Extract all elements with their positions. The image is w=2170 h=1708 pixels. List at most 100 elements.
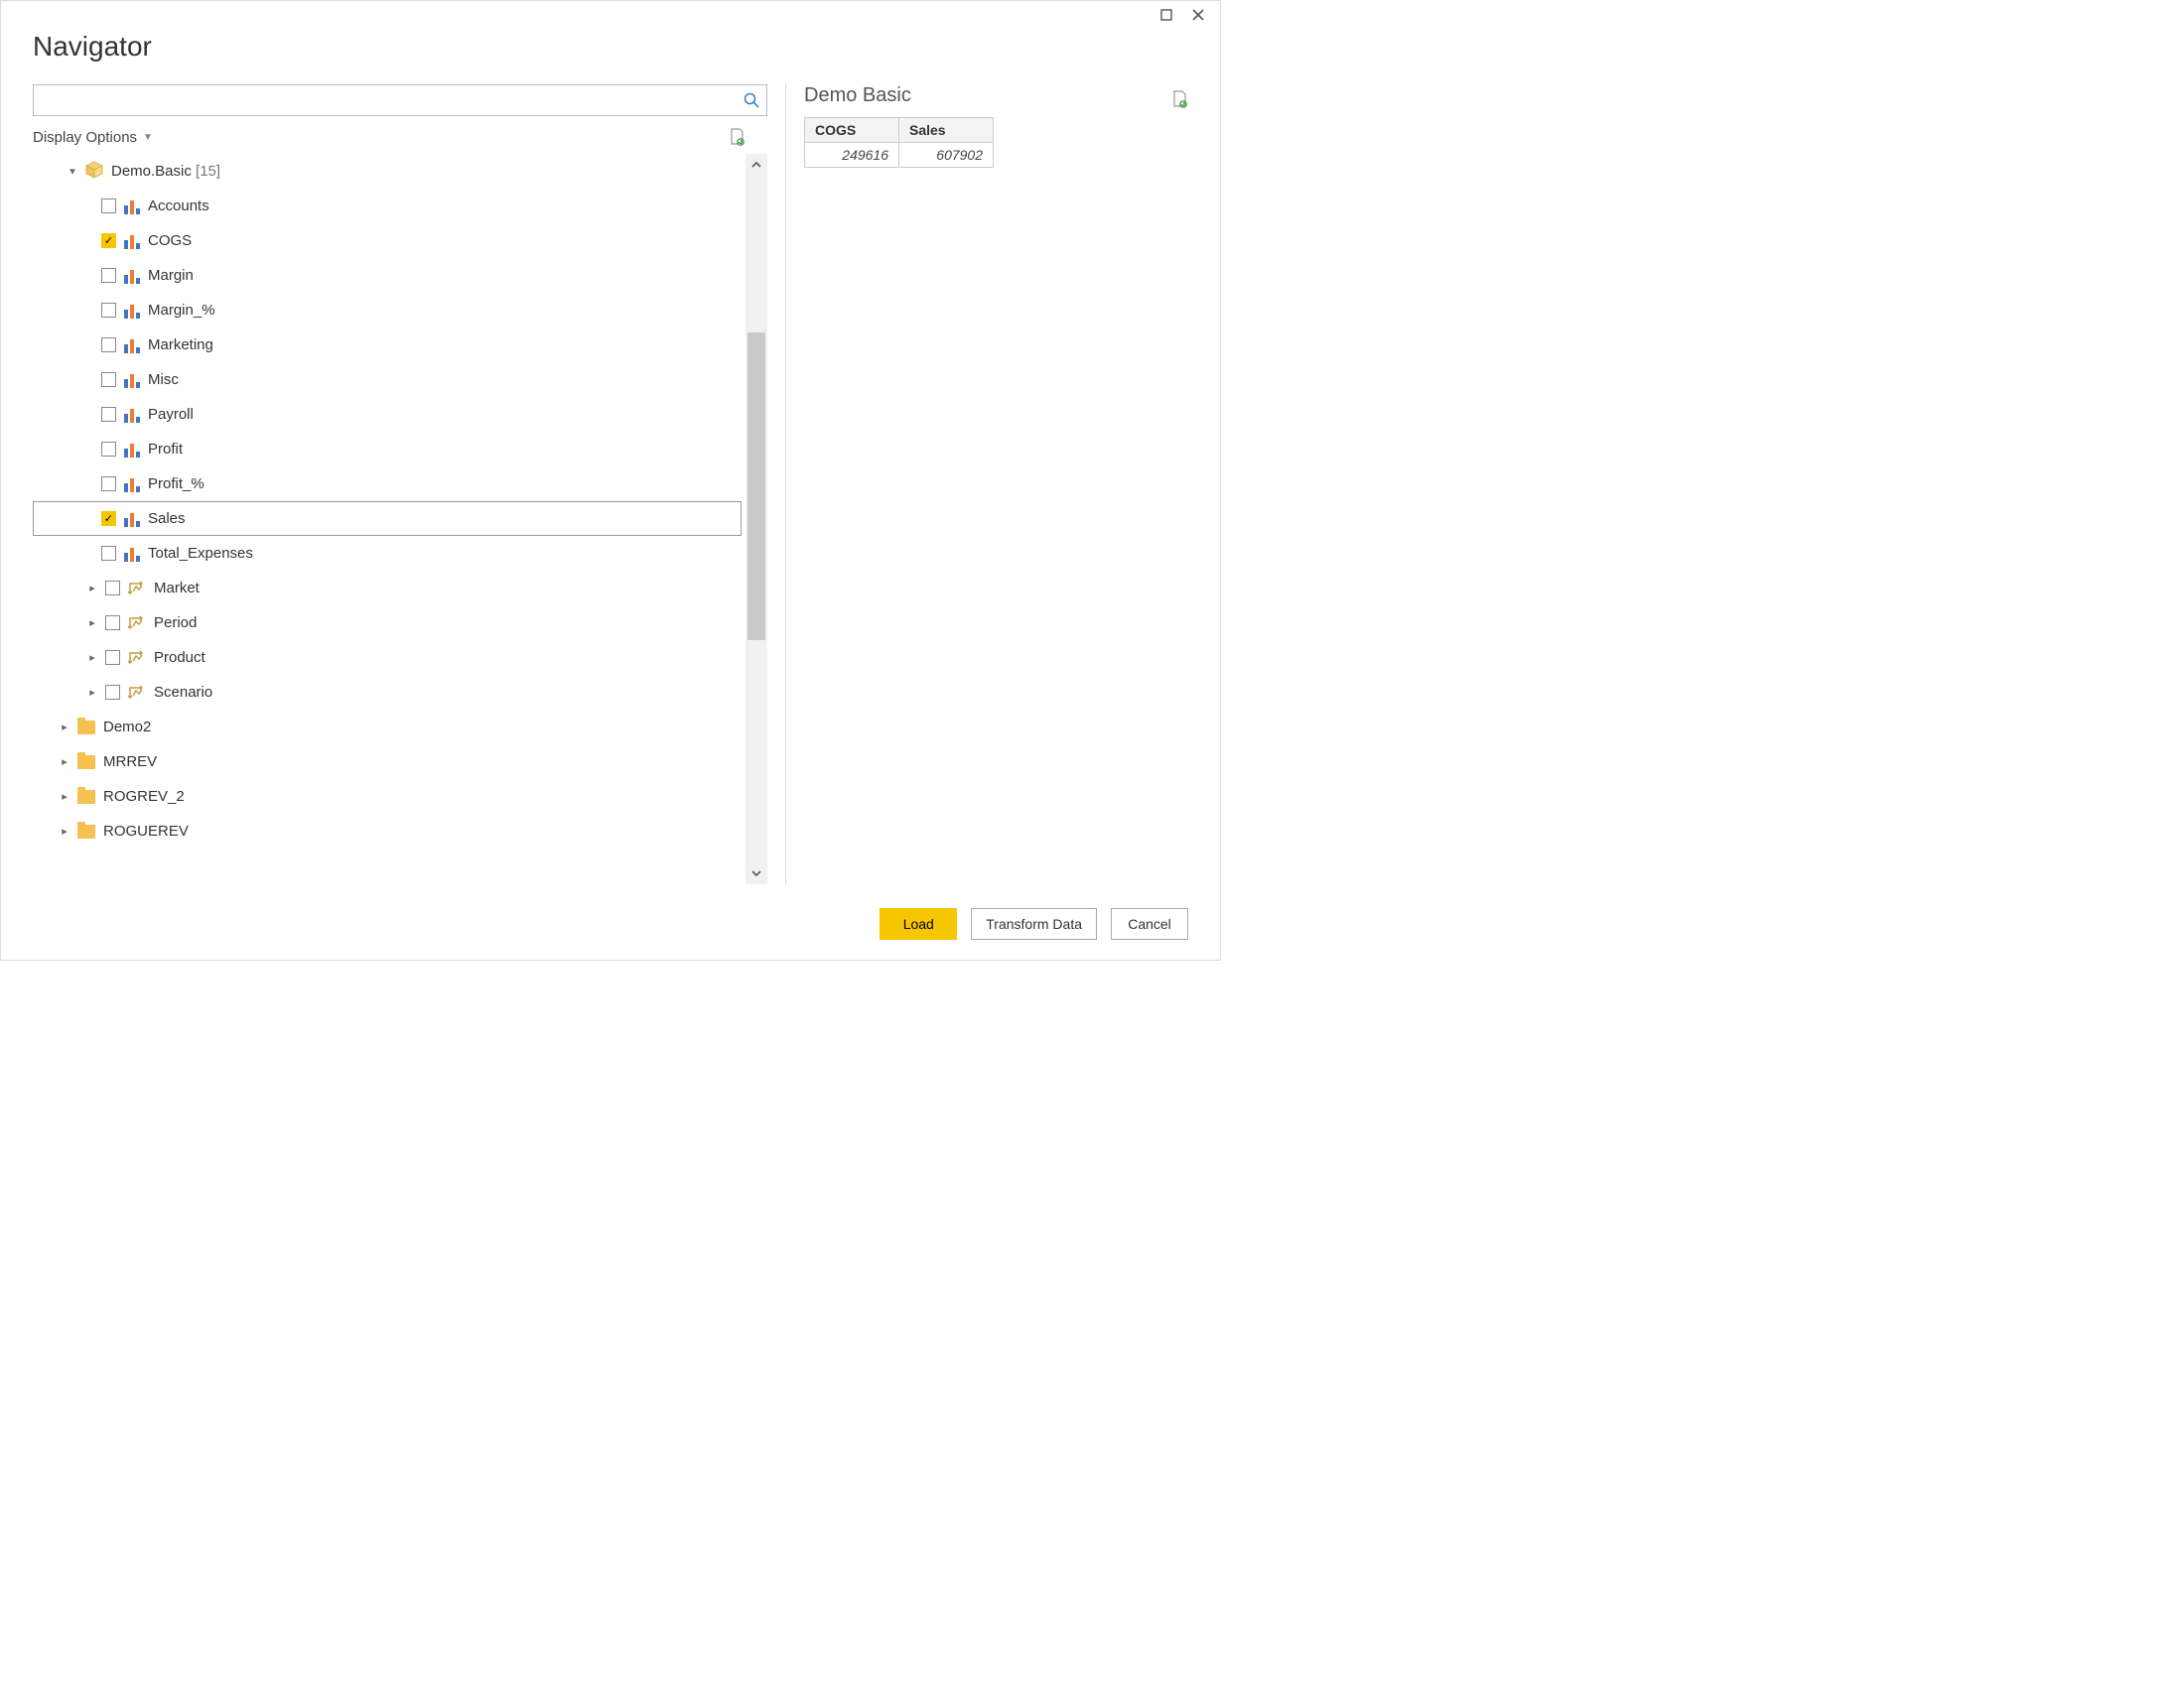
tree-item-label: Profit xyxy=(148,441,183,458)
left-pane: Display Options ▼ ▾ xyxy=(33,84,767,884)
caret-right-icon[interactable]: ▸ xyxy=(60,790,69,803)
tree-measure-node[interactable]: Margin_% xyxy=(33,293,742,328)
checkbox[interactable] xyxy=(101,442,116,457)
scroll-thumb[interactable] xyxy=(747,332,765,640)
checkbox[interactable] xyxy=(101,546,116,561)
tree-measure-node[interactable]: Misc xyxy=(33,362,742,397)
tree-item-label: Accounts xyxy=(148,197,209,214)
tree-measure-node[interactable]: Profit xyxy=(33,432,742,466)
chart-bar-icon xyxy=(124,407,140,423)
tree-measure-node[interactable]: Total_Expenses xyxy=(33,536,742,571)
checkbox[interactable] xyxy=(105,615,120,630)
tree-item-label: Profit_% xyxy=(148,475,204,492)
pane-divider xyxy=(785,84,786,884)
checkbox[interactable] xyxy=(101,476,116,491)
checkbox[interactable]: ✓ xyxy=(101,511,116,526)
dimension-icon xyxy=(128,684,146,702)
tree-dimension-node[interactable]: ▸ Period xyxy=(33,605,742,640)
table-row: 249616607902 xyxy=(805,143,994,168)
preview-table: COGSSales 249616607902 xyxy=(804,117,994,168)
caret-right-icon[interactable]: ▸ xyxy=(87,651,97,664)
close-icon[interactable] xyxy=(1182,3,1214,27)
search-input-container[interactable] xyxy=(33,84,767,116)
chart-bar-icon xyxy=(124,511,140,527)
tree-measure-node[interactable]: Accounts xyxy=(33,189,742,223)
checkbox[interactable] xyxy=(101,198,116,213)
folder-icon xyxy=(77,790,95,804)
caret-right-icon[interactable]: ▸ xyxy=(60,755,69,768)
tree-folder-node[interactable]: ▸ROGUEREV xyxy=(33,814,742,849)
chart-bar-icon xyxy=(124,372,140,388)
checkbox[interactable] xyxy=(101,372,116,387)
display-options-label: Display Options xyxy=(33,129,137,146)
chart-bar-icon xyxy=(124,476,140,492)
tree-folder-node[interactable]: ▸ ROGREV_2 xyxy=(33,779,742,814)
table-cell: 249616 xyxy=(805,143,899,168)
titlebar xyxy=(1,1,1220,29)
tree-item-label: Period xyxy=(154,614,197,631)
tree-dimension-node[interactable]: ▸Scenario xyxy=(33,675,742,710)
chart-bar-icon xyxy=(124,303,140,319)
folder-icon xyxy=(77,825,95,839)
scroll-up-icon[interactable] xyxy=(746,154,767,176)
checkbox[interactable] xyxy=(105,685,120,700)
search-input[interactable] xyxy=(40,86,743,114)
checkbox[interactable] xyxy=(105,581,120,595)
tree-dimension-node[interactable]: ▸ Product xyxy=(33,640,742,675)
tree-root-label: Demo.Basic [15] xyxy=(111,163,220,180)
tree-measure-node[interactable]: ✓ Sales xyxy=(33,501,742,536)
checkbox[interactable] xyxy=(101,303,116,318)
display-options-dropdown[interactable]: Display Options ▼ xyxy=(33,129,153,146)
preview-refresh-icon[interactable] xyxy=(1172,90,1188,111)
footer: Load Transform Data Cancel xyxy=(1,894,1220,960)
tree-measure-node[interactable]: Margin xyxy=(33,258,742,293)
dimension-icon xyxy=(128,580,146,597)
tree-item-label: Product xyxy=(154,649,205,666)
tree: ▾ Demo.Basic [15] Accounts ✓ COGS Margin Mar… xyxy=(33,154,746,884)
cube-icon xyxy=(85,161,103,182)
scroll-down-icon[interactable] xyxy=(746,862,767,884)
dimension-icon xyxy=(128,614,146,632)
dimension-icon xyxy=(128,649,146,667)
folder-icon xyxy=(77,755,95,769)
tree-folder-node[interactable]: ▸ MRREV xyxy=(33,744,742,779)
table-cell: 607902 xyxy=(899,143,994,168)
tree-item-label: ROGREV_2 xyxy=(103,788,185,805)
checkbox[interactable] xyxy=(101,337,116,352)
load-button[interactable]: Load xyxy=(880,908,957,940)
scrollbar[interactable] xyxy=(746,154,767,884)
tree-item-label: Sales xyxy=(148,510,186,527)
tree-item-label: Margin xyxy=(148,267,194,284)
tree-dimension-node[interactable]: ▸Market xyxy=(33,571,742,605)
folder-icon xyxy=(77,721,95,734)
tree-item-label: Misc xyxy=(148,371,179,388)
transform-data-button[interactable]: Transform Data xyxy=(971,908,1097,940)
refresh-icon[interactable] xyxy=(730,128,746,146)
checkbox[interactable] xyxy=(105,650,120,665)
caret-down-icon[interactable]: ▾ xyxy=(68,165,77,178)
preview-title: Demo Basic xyxy=(804,84,911,107)
search-icon[interactable] xyxy=(743,91,760,109)
caret-right-icon[interactable]: ▸ xyxy=(87,582,97,594)
tree-root-node[interactable]: ▾ Demo.Basic [15] xyxy=(33,154,742,189)
caret-right-icon[interactable]: ▸ xyxy=(87,616,97,629)
tree-measure-node[interactable]: ✓ COGS xyxy=(33,223,742,258)
tree-measure-node[interactable]: Payroll xyxy=(33,397,742,432)
tree-item-label: MRREV xyxy=(103,753,157,770)
column-header[interactable]: COGS xyxy=(805,118,899,143)
column-header[interactable]: Sales xyxy=(899,118,994,143)
caret-right-icon[interactable]: ▸ xyxy=(87,686,97,699)
tree-folder-node[interactable]: ▸ Demo2 xyxy=(33,710,742,744)
cancel-button[interactable]: Cancel xyxy=(1111,908,1188,940)
checkbox[interactable] xyxy=(101,268,116,283)
checkbox[interactable]: ✓ xyxy=(101,233,116,248)
checkbox[interactable] xyxy=(101,407,116,422)
caret-right-icon[interactable]: ▸ xyxy=(60,825,69,838)
caret-right-icon[interactable]: ▸ xyxy=(60,721,69,733)
tree-item-label: COGS xyxy=(148,232,192,249)
tree-item-label: Demo2 xyxy=(103,719,151,735)
tree-measure-node[interactable]: Profit_% xyxy=(33,466,742,501)
maximize-icon[interactable] xyxy=(1151,3,1182,27)
tree-measure-node[interactable]: Marketing xyxy=(33,328,742,362)
tree-item-label: Marketing xyxy=(148,336,213,353)
